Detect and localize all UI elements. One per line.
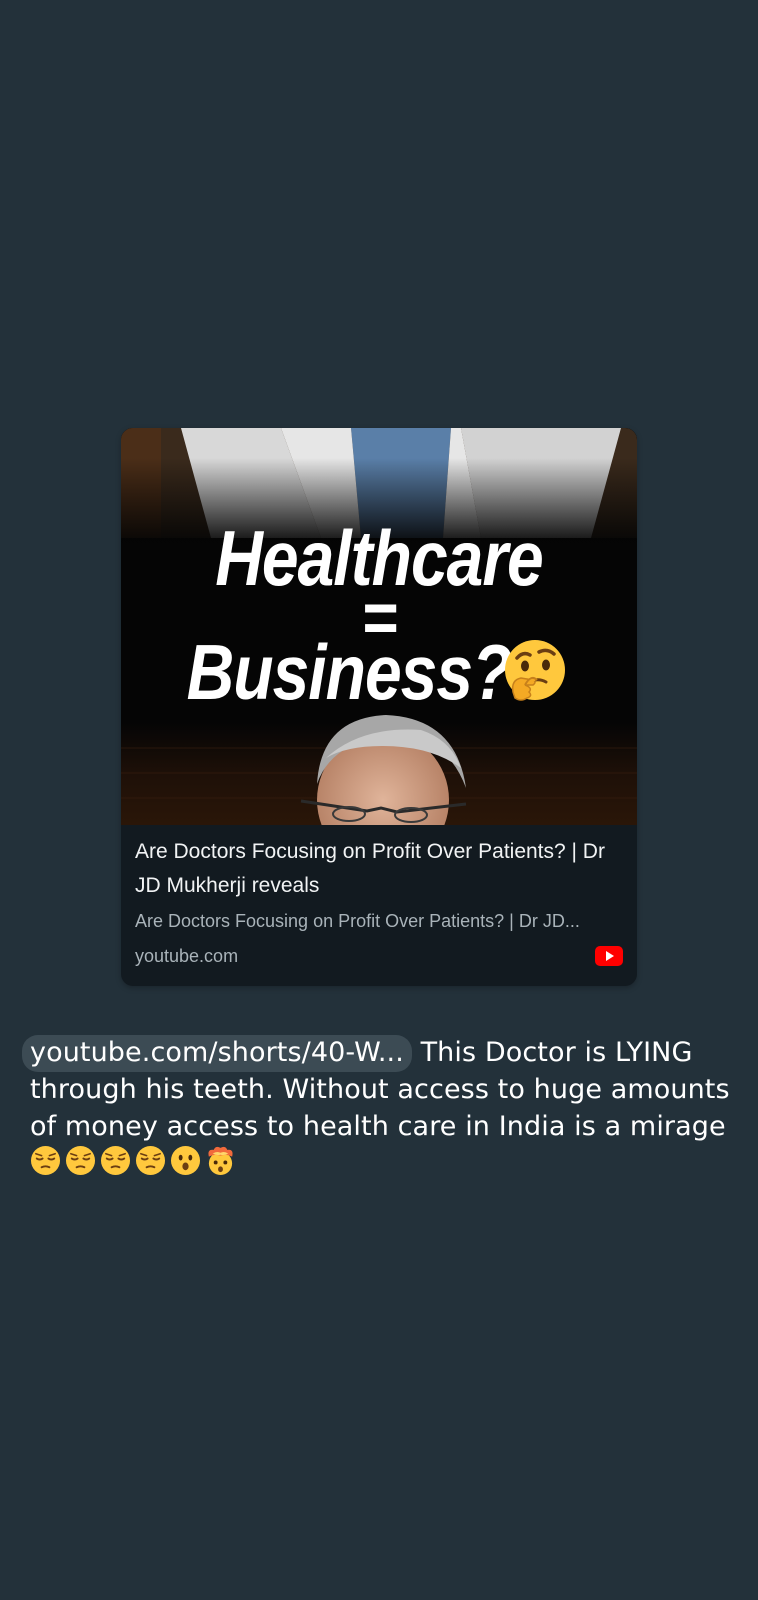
exploding-head-icon <box>208 1146 233 1176</box>
pensive-face-icon <box>65 1145 96 1176</box>
youtube-icon <box>595 946 623 966</box>
status-view: Healthcare = Business? Are Doctors Focus… <box>0 0 758 1600</box>
link-preview-footer: youtube.com <box>135 942 623 970</box>
pensive-face-icon <box>30 1145 61 1176</box>
video-thumbnail[interactable]: Healthcare = Business? <box>121 428 637 825</box>
link-preview-title: Are Doctors Focusing on Profit Over Pati… <box>135 840 605 897</box>
link-preview-body: Are Doctors Focusing on Profit Over Pati… <box>121 825 637 935</box>
hushed-face-icon <box>170 1145 201 1176</box>
caption-link[interactable]: youtube.com/shorts/40-W... <box>22 1035 412 1072</box>
thinking-face-icon <box>505 640 565 701</box>
pensive-face-icon <box>100 1145 131 1176</box>
caption-emojis <box>30 1145 236 1176</box>
link-preview-card[interactable]: Healthcare = Business? Are Doctors Focus… <box>121 428 637 986</box>
link-preview-description: Are Doctors Focusing on Profit Over Pati… <box>135 911 580 931</box>
status-caption: youtube.com/shorts/40-W... This Doctor i… <box>22 1034 730 1182</box>
pensive-face-icon <box>135 1145 166 1176</box>
link-preview-domain: youtube.com <box>135 945 239 966</box>
